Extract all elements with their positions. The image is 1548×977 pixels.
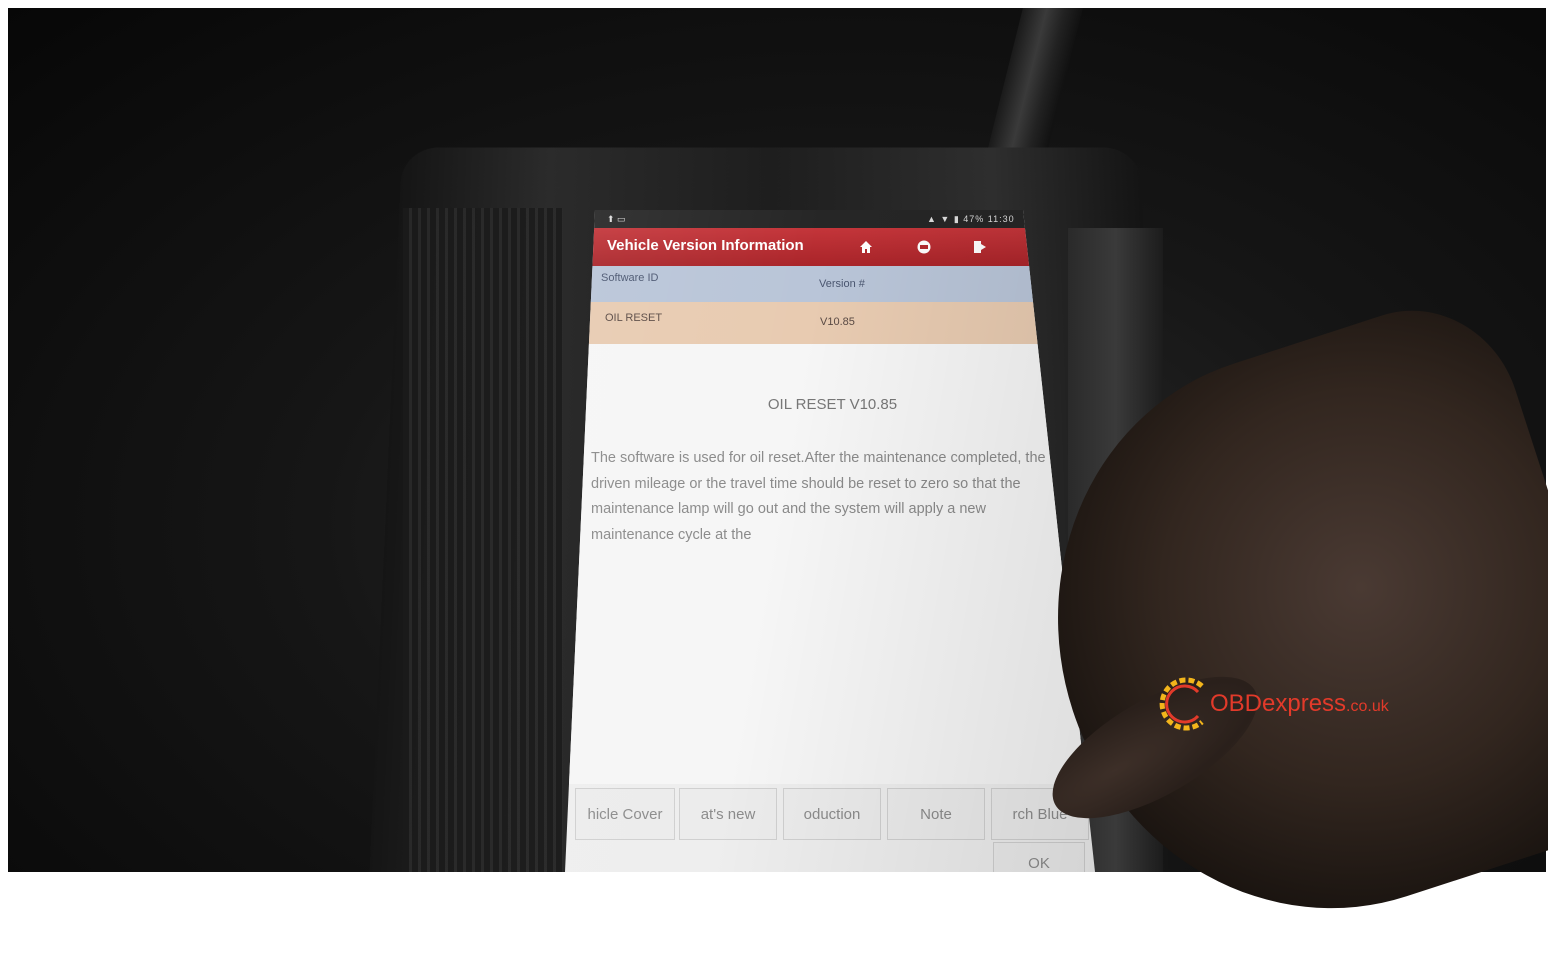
function-button-row: hicle Cover at's new oduction Note rch B… [571,788,1091,840]
page-title: Vehicle Version Information [607,237,804,254]
detail-description: The software is used for oil reset.After… [591,446,1046,548]
watermark-brand: OBDexpress [1210,690,1346,717]
table-header: Software ID Version # [565,266,1100,302]
vehicle-coverage-button[interactable]: hicle Cover [575,788,675,840]
whats-new-button[interactable]: at's new [679,788,777,840]
device-grip [403,208,563,872]
obdexpress-logo-icon [1158,672,1214,736]
status-left: ⬆ ▭ [607,214,626,225]
detail-heading: OIL RESET V10.85 [565,396,1100,413]
title-bar: Vehicle Version Information [565,228,1100,266]
exit-icon[interactable] [971,238,989,256]
watermark-suffix: .co.uk [1346,698,1389,715]
column-header-software-id: Software ID [601,272,658,284]
table-row[interactable]: OIL RESET V10.85 [565,302,1100,344]
introduction-button[interactable]: oduction [783,788,881,840]
obdexpress-watermark: OBDexpress.co.uk [1158,672,1418,736]
column-header-version: Version # [819,278,865,290]
ok-button[interactable]: OK [993,842,1085,872]
status-bar: ⬆ ▭ ▲ ▼ ▮ 47% 11:30 [565,210,1100,230]
watermark-text: OBDexpress.co.uk [1210,690,1389,718]
home-icon[interactable] [857,238,875,256]
print-icon[interactable] [915,238,933,256]
cell-version: V10.85 [820,316,855,328]
cell-software-id: OIL RESET [605,312,662,324]
status-right: ▲ ▼ ▮ 47% 11:30 [927,214,1015,225]
tablet-screen: ⬆ ▭ ▲ ▼ ▮ 47% 11:30 Vehicle Version Info… [565,210,1100,872]
note-button[interactable]: Note [887,788,985,840]
